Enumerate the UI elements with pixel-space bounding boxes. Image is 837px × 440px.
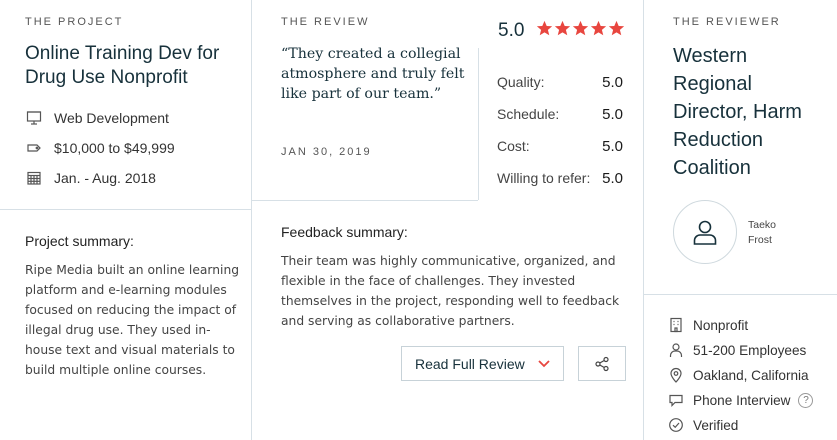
location-pin-icon (668, 367, 684, 383)
rating-value: 5.0 (602, 138, 623, 155)
feedback-heading: Feedback summary: (281, 224, 408, 240)
project-eyebrow: THE PROJECT (25, 16, 124, 28)
method-row: Phone Interview ? (668, 392, 814, 408)
help-icon[interactable]: ? (798, 392, 814, 408)
project-column: THE PROJECT Online Training Dev for Drug… (0, 0, 252, 440)
review-divider (252, 200, 478, 201)
reviewer-first-name: Taeko (748, 219, 777, 231)
reviewer-last-name: Frost (748, 234, 772, 246)
location-label: Oakland, California (693, 367, 809, 383)
project-summary-heading: Project summary: (25, 233, 134, 249)
overall-score: 5.0 (498, 20, 525, 41)
review-eyebrow: THE REVIEW (281, 16, 370, 28)
size-row: 51-200 Employees (668, 342, 806, 358)
rating-label: Willing to refer: (497, 170, 591, 186)
review-date: JAN 30, 2019 (281, 146, 372, 158)
presentation-icon (25, 110, 43, 126)
method-label: Phone Interview (693, 392, 791, 408)
reviewer-divider (644, 294, 837, 295)
avatar (673, 200, 737, 264)
rating-value: 5.0 (602, 74, 623, 91)
star-icon (536, 20, 553, 36)
timeline-row: Jan. - Aug. 2018 (25, 170, 156, 186)
reviewer-title: Western Regional Director, Harm Reductio… (673, 45, 802, 179)
calendar-icon (25, 170, 43, 186)
project-summary-text: Ripe Media built an online learning plat… (25, 263, 240, 377)
reviewer-column: THE REVIEWER Western Regional Director, … (644, 0, 837, 440)
verified-label: Verified (693, 417, 739, 433)
review-column: THE REVIEW “They created a collegial atm… (252, 0, 644, 440)
location-row: Oakland, California (668, 367, 809, 383)
rating-value: 5.0 (602, 170, 623, 187)
project-title: Online Training Dev for Drug Use Nonprof… (25, 43, 220, 88)
project-divider (0, 209, 251, 210)
star-icon (554, 20, 571, 36)
rating-schedule: Schedule: 5.0 (497, 106, 623, 123)
rating-label: Quality: (497, 74, 545, 90)
feedback-text: Their team was highly communicative, org… (281, 254, 620, 328)
person-icon (668, 342, 684, 358)
star-icon (572, 20, 589, 36)
budget-row: $10,000 to $49,999 (25, 140, 175, 156)
star-rating (536, 20, 625, 37)
ratings-divider (478, 48, 479, 200)
check-circle-icon (668, 417, 684, 433)
rating-label: Schedule: (497, 106, 560, 122)
star-icon (608, 20, 625, 36)
price-tag-icon (25, 140, 43, 156)
size-label: 51-200 Employees (693, 342, 807, 358)
share-icon (595, 356, 609, 371)
share-button[interactable] (578, 346, 626, 381)
read-full-review-button[interactable]: Read Full Review (401, 346, 564, 381)
building-icon (668, 317, 684, 333)
service-row: Web Development (25, 110, 169, 126)
service-label: Web Development (54, 110, 169, 126)
star-icon (590, 20, 607, 36)
timeline-label: Jan. - Aug. 2018 (54, 170, 156, 186)
industry-row: Nonprofit (668, 317, 748, 333)
rating-refer: Willing to refer: 5.0 (497, 170, 623, 187)
user-icon (693, 220, 717, 245)
rating-value: 5.0 (602, 106, 623, 123)
reviewer-name: Taeko Frost (748, 218, 808, 248)
rating-cost: Cost: 5.0 (497, 138, 623, 155)
rating-quality: Quality: 5.0 (497, 74, 623, 91)
budget-label: $10,000 to $49,999 (54, 140, 175, 156)
review-quote: “They created a collegial atmosphere and… (281, 46, 465, 102)
speech-bubble-icon (668, 392, 684, 408)
rating-label: Cost: (497, 138, 530, 154)
verified-row: Verified (668, 417, 738, 433)
chevron-down-icon (538, 360, 550, 368)
reviewer-eyebrow: THE REVIEWER (673, 16, 781, 28)
industry-label: Nonprofit (693, 317, 749, 333)
read-full-review-label: Read Full Review (415, 355, 525, 372)
